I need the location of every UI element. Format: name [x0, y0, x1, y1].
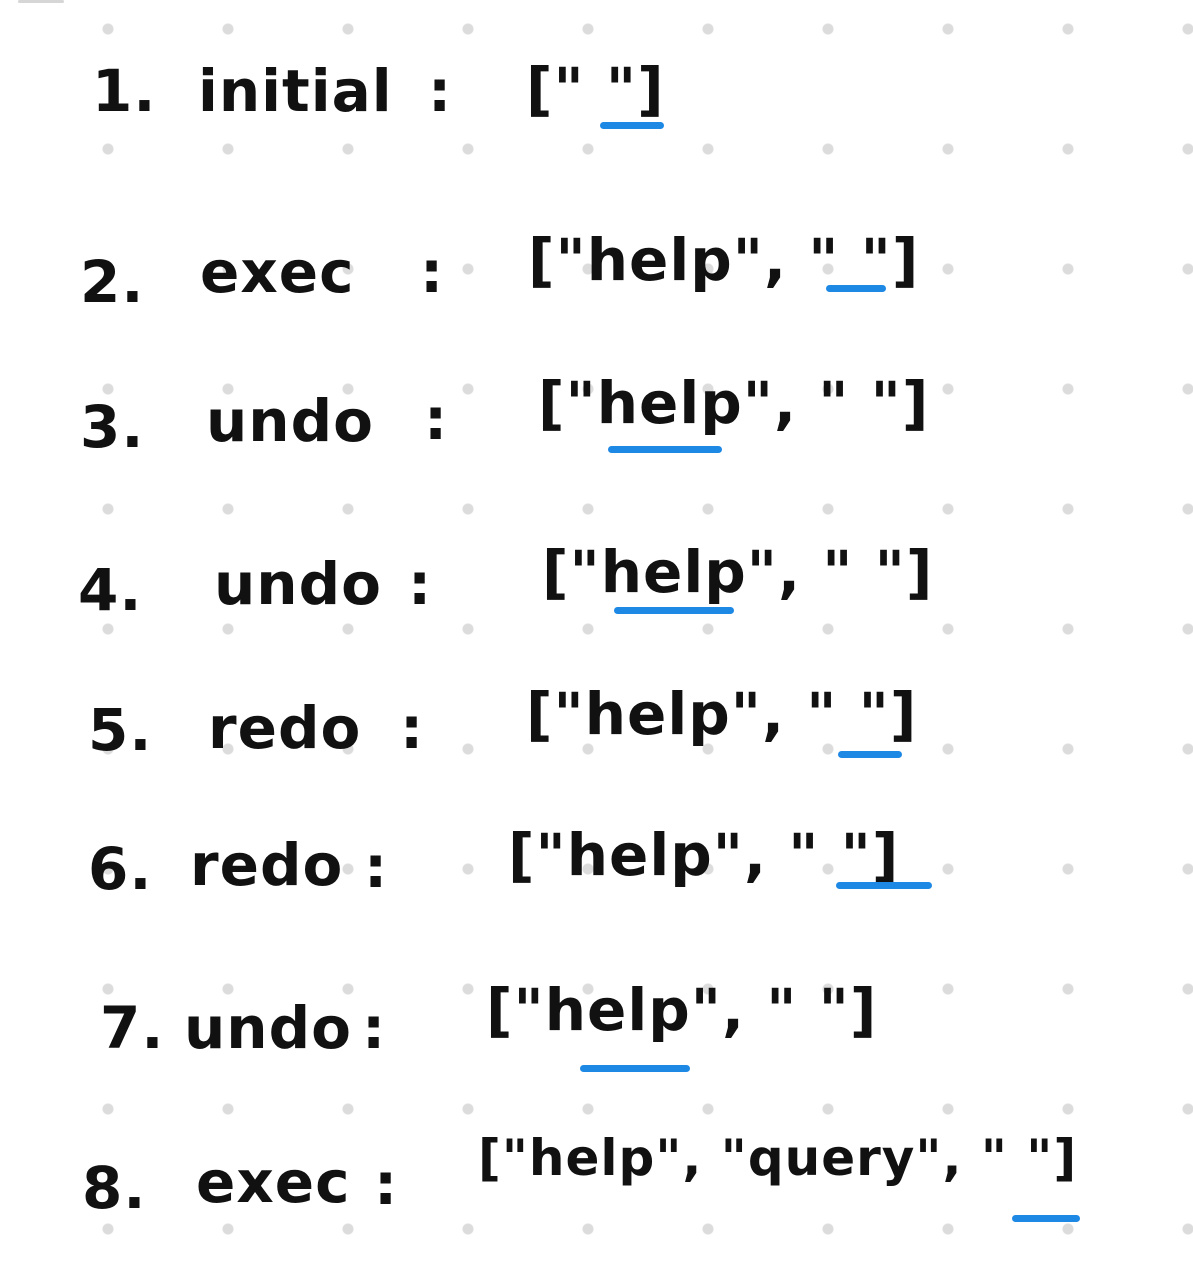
step-operation: undo [206, 387, 374, 455]
step-row-1: 1. initial : [" "] [0, 40, 1193, 150]
step-number: 4. [78, 556, 143, 624]
step-colon: : [362, 994, 387, 1062]
step-operation: exec [200, 238, 355, 306]
step-row-6: 6. redo : ["help", " "] [0, 790, 1193, 900]
step-row-7: 7. undo : ["help", " "] [0, 955, 1193, 1072]
history-list: [" "] [526, 55, 665, 123]
step-colon: : [428, 57, 453, 125]
step-number: 7. [100, 994, 165, 1062]
current-position-underline [580, 1065, 690, 1072]
step-operation: exec [196, 1148, 351, 1216]
history-list: ["help", " "] [508, 821, 900, 889]
step-number: 5. [88, 696, 153, 764]
current-position-underline [608, 446, 722, 453]
step-number: 2. [80, 248, 145, 316]
dot-grid-notebook-page: 1. initial : [" "] 2. exec : ["help", " … [0, 0, 1193, 1280]
history-list: ["help", " "] [538, 369, 930, 437]
step-row-2: 2. exec : ["help", " "] [0, 205, 1193, 315]
step-operation: redo [208, 694, 362, 762]
history-list: ["help", " "] [486, 976, 878, 1044]
current-position-underline [838, 751, 902, 758]
step-row-3: 3. undo : ["help", " "] [0, 360, 1193, 470]
step-operation: undo [214, 550, 382, 618]
current-position-underline [836, 882, 932, 889]
step-row-8: 8. exec : ["help", "query", " "] [0, 1115, 1193, 1225]
step-operation: redo [190, 831, 344, 899]
step-colon: : [400, 694, 425, 762]
step-number: 8. [82, 1154, 147, 1222]
current-position-underline [600, 122, 664, 129]
current-position-underline [826, 285, 886, 292]
current-position-underline [614, 607, 734, 614]
step-row-4: 4. undo : ["help", " "] [0, 525, 1193, 635]
current-position-underline [1012, 1215, 1080, 1222]
step-colon: : [374, 1150, 399, 1218]
step-colon: : [424, 385, 449, 453]
step-operation: initial [198, 57, 393, 125]
history-list: ["help", "query", " "] [478, 1129, 1078, 1187]
step-number: 3. [80, 393, 145, 461]
page-corner-mark [18, 0, 64, 3]
step-colon: : [364, 833, 389, 901]
history-list: ["help", " "] [526, 680, 918, 748]
step-number: 1. [92, 57, 157, 125]
history-list: ["help", " "] [528, 226, 920, 294]
step-row-5: 5. redo : ["help", " "] [0, 665, 1193, 775]
step-colon: : [420, 238, 445, 306]
step-operation: undo [184, 994, 352, 1062]
history-list: ["help", " "] [542, 538, 934, 606]
step-colon: : [408, 550, 433, 618]
step-number: 6. [88, 835, 153, 903]
